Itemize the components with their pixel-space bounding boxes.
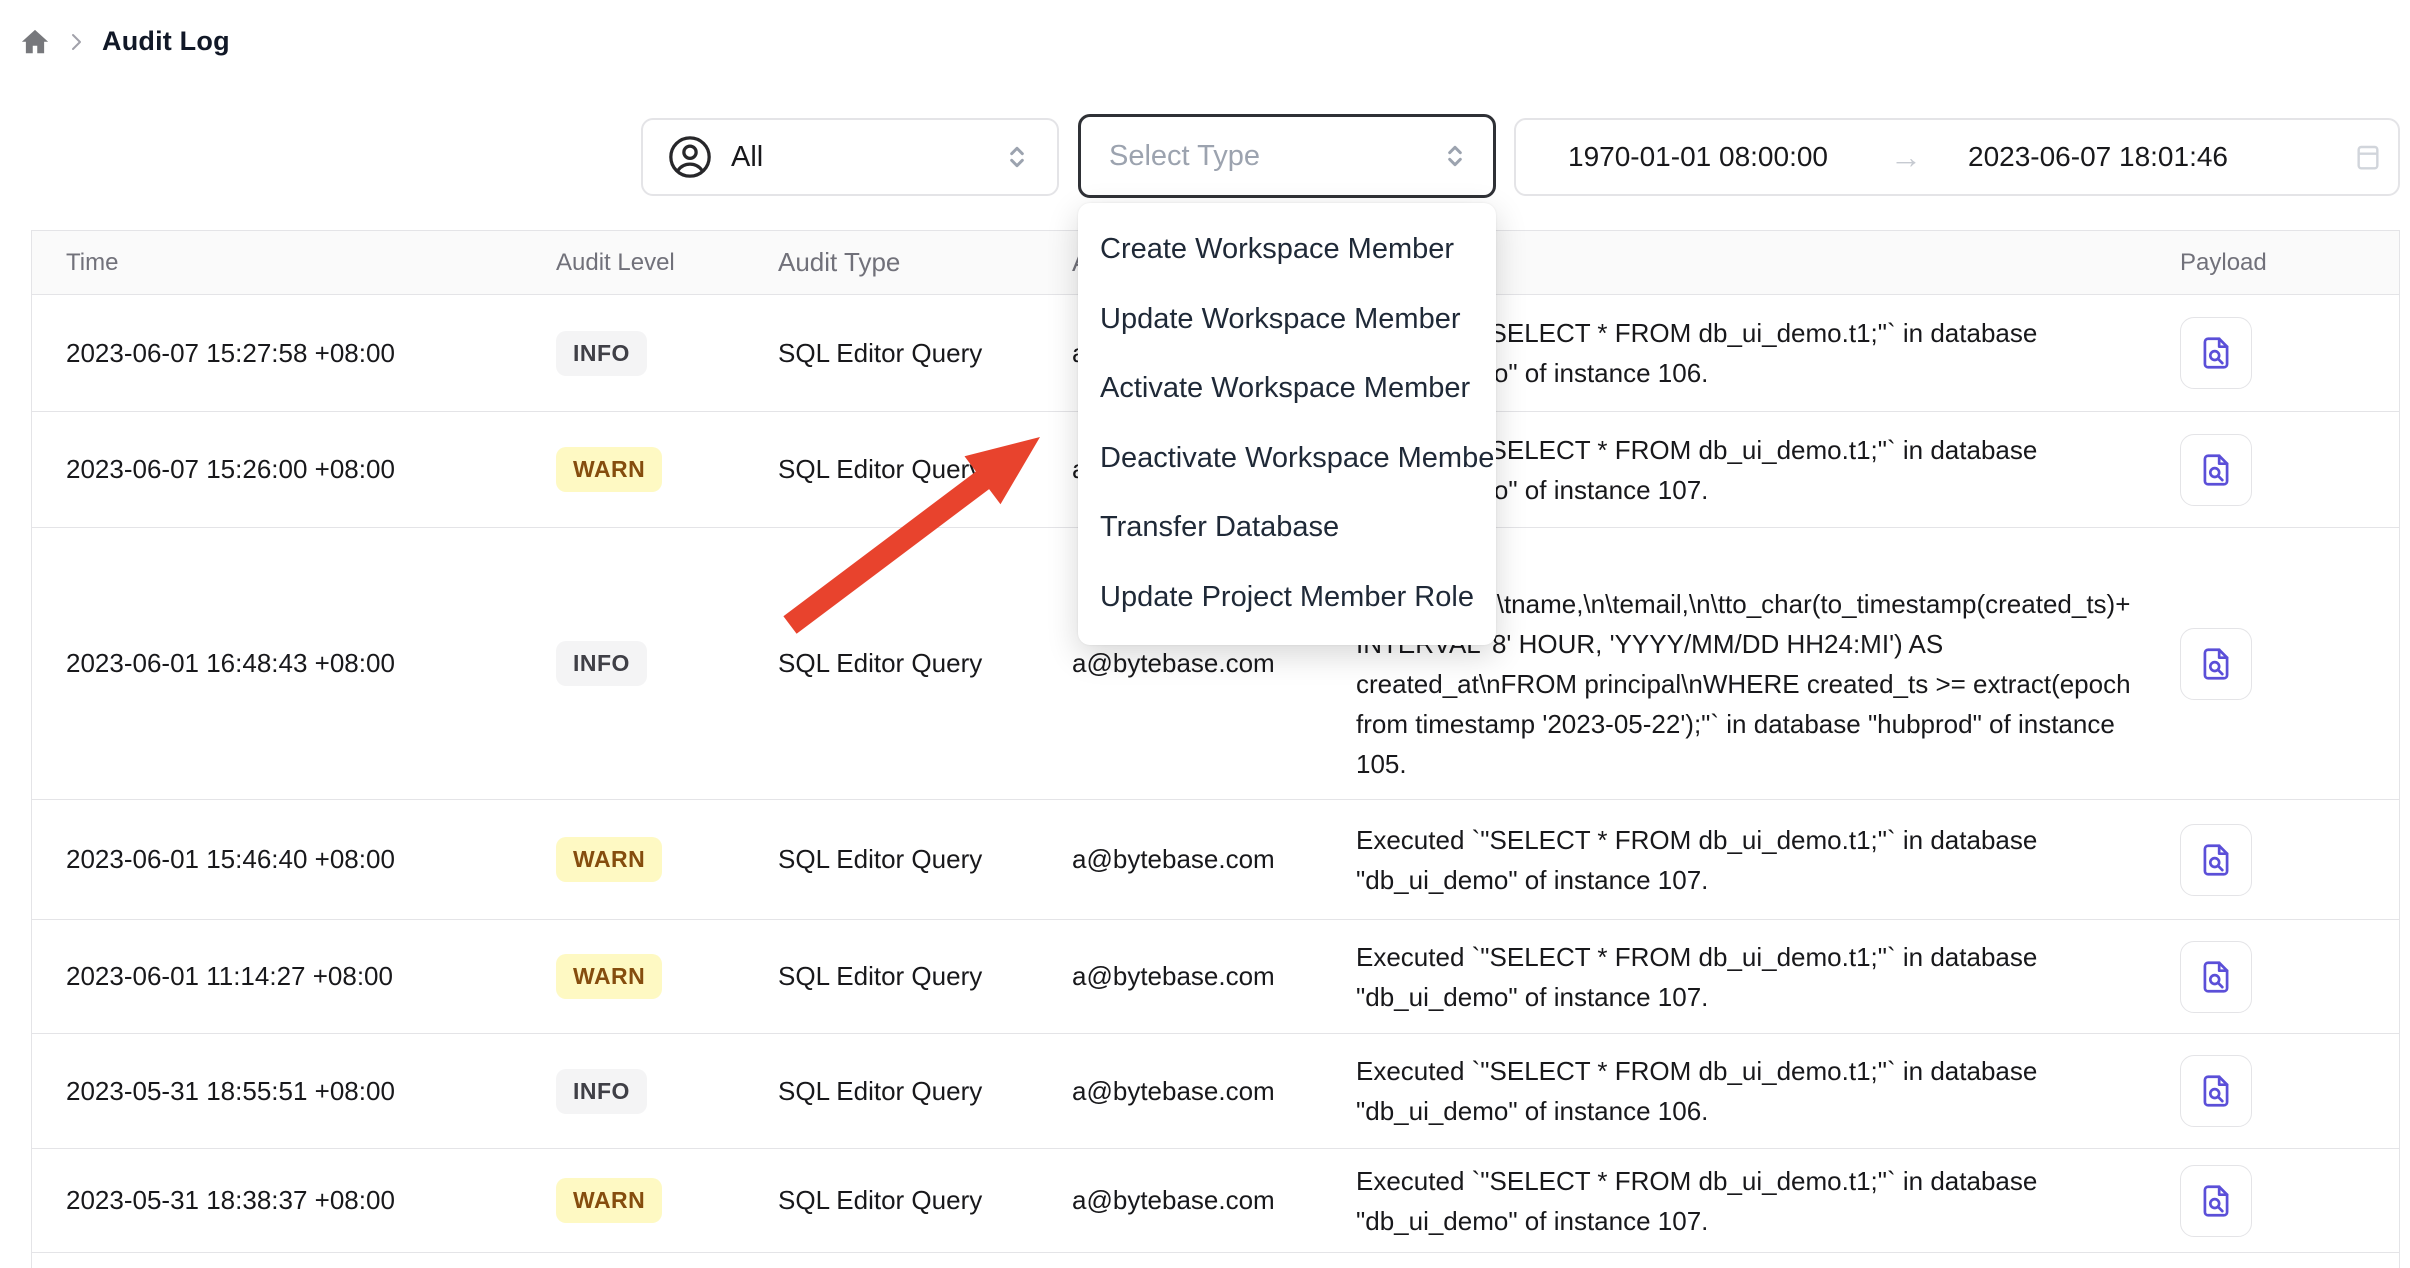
type-filter-select[interactable]: Select Type xyxy=(1078,114,1496,198)
page-title: Audit Log xyxy=(102,26,230,57)
audit-level-badge: INFO xyxy=(556,1069,647,1114)
payload-cell xyxy=(2160,528,2399,799)
time-cell: 2023-06-01 15:46:40 +08:00 xyxy=(32,800,556,919)
table-row xyxy=(32,1253,2399,1268)
comment-cell: Executed `"SELECT * FROM db_ui_demo.t1;"… xyxy=(1356,800,2160,919)
comment-cell: Executed `"SELECT * FROM db_ui_demo.t1;"… xyxy=(1356,1149,2160,1252)
audit-type-cell: SQL Editor Query xyxy=(778,1034,1072,1148)
actor-cell: a@bytebase.com xyxy=(1072,800,1356,919)
breadcrumb: Audit Log xyxy=(20,26,230,57)
audit-level-badge: INFO xyxy=(556,331,647,376)
level-cell xyxy=(556,1253,778,1268)
actor-filter-value: All xyxy=(731,141,763,174)
calendar-icon[interactable] xyxy=(2352,141,2384,173)
level-cell: WARN xyxy=(556,800,778,919)
audit-level-badge: WARN xyxy=(556,447,662,492)
time-cell: 2023-06-01 16:48:43 +08:00 xyxy=(32,528,556,799)
actor-cell: a@bytebase.com xyxy=(1072,920,1356,1033)
table-row: 2023-05-31 18:38:37 +08:00 WARN SQL Edit… xyxy=(32,1149,2399,1253)
comment-cell xyxy=(1356,1253,2160,1268)
level-cell: INFO xyxy=(556,528,778,799)
table-row: 2023-05-31 18:55:51 +08:00 INFO SQL Edit… xyxy=(32,1034,2399,1149)
file-search-icon xyxy=(2197,958,2235,996)
date-range-picker[interactable]: 1970-01-01 08:00:00 → 2023-06-07 18:01:4… xyxy=(1514,118,2400,196)
date-range-start[interactable]: 1970-01-01 08:00:00 xyxy=(1568,141,1828,173)
time-cell: 2023-05-31 18:55:51 +08:00 xyxy=(32,1034,556,1148)
file-search-icon xyxy=(2197,645,2235,683)
date-range-end[interactable]: 2023-06-07 18:01:46 xyxy=(1968,141,2228,173)
audit-type-cell: SQL Editor Query xyxy=(778,295,1072,411)
time-cell: 2023-06-07 15:26:00 +08:00 xyxy=(32,412,556,527)
payload-cell xyxy=(2160,1253,2399,1268)
payload-button[interactable] xyxy=(2180,1055,2252,1127)
file-search-icon xyxy=(2197,334,2235,372)
type-option[interactable]: Update Project Member Role xyxy=(1078,563,1496,633)
arrow-right-icon: → xyxy=(1828,139,1968,176)
payload-button[interactable] xyxy=(2180,317,2252,389)
actor-cell: a@bytebase.com xyxy=(1072,1149,1356,1252)
file-search-icon xyxy=(2197,1182,2235,1220)
type-option[interactable]: Transfer Database xyxy=(1078,493,1496,563)
type-filter-placeholder: Select Type xyxy=(1109,140,1260,173)
payload-cell xyxy=(2160,1034,2399,1148)
comment-text: Executed `"SELECT * FROM db_ui_demo.t1;"… xyxy=(1356,937,2136,1017)
time-cell: 2023-06-01 11:14:27 +08:00 xyxy=(32,920,556,1033)
audit-type-cell: SQL Editor Query xyxy=(778,920,1072,1033)
file-search-icon xyxy=(2197,451,2235,489)
actor-cell: a@bytebase.com xyxy=(1072,1034,1356,1148)
audit-level-badge: WARN xyxy=(556,837,662,882)
comment-text: Executed `"SELECT * FROM db_ui_demo.t1;"… xyxy=(1356,1161,2136,1241)
time-cell: 2023-05-31 18:38:37 +08:00 xyxy=(32,1149,556,1252)
actor-cell xyxy=(1072,1253,1356,1268)
user-circle-icon xyxy=(667,134,713,180)
actor-filter-select[interactable]: All xyxy=(641,118,1059,196)
payload-cell xyxy=(2160,295,2399,411)
table-row: 2023-06-01 15:46:40 +08:00 WARN SQL Edit… xyxy=(32,800,2399,920)
table-row: 2023-06-01 11:14:27 +08:00 WARN SQL Edit… xyxy=(32,920,2399,1034)
type-option[interactable]: Activate Workspace Member xyxy=(1078,354,1496,424)
audit-type-cell: SQL Editor Query xyxy=(778,412,1072,527)
audit-level-badge: WARN xyxy=(556,1178,662,1223)
audit-level-badge: INFO xyxy=(556,641,647,686)
audit-type-cell: SQL Editor Query xyxy=(778,800,1072,919)
type-dropdown-menu: Create Workspace MemberUpdate Workspace … xyxy=(1078,203,1496,645)
file-search-icon xyxy=(2197,1072,2235,1110)
payload-button[interactable] xyxy=(2180,628,2252,700)
file-search-icon xyxy=(2197,841,2235,879)
level-cell: WARN xyxy=(556,1149,778,1252)
column-header-time: Time xyxy=(32,231,556,294)
chevron-right-icon xyxy=(64,30,88,54)
level-cell: WARN xyxy=(556,412,778,527)
payload-button[interactable] xyxy=(2180,1165,2252,1237)
comment-cell: Executed `"SELECT * FROM db_ui_demo.t1;"… xyxy=(1356,920,2160,1033)
level-cell: INFO xyxy=(556,295,778,411)
payload-button[interactable] xyxy=(2180,434,2252,506)
comment-text: Executed `"SELECT * FROM db_ui_demo.t1;"… xyxy=(1356,820,2136,900)
level-cell: WARN xyxy=(556,920,778,1033)
chevron-up-down-icon xyxy=(1439,140,1471,172)
type-option[interactable]: Update Workspace Member xyxy=(1078,285,1496,355)
time-cell: 2023-06-07 15:27:58 +08:00 xyxy=(32,295,556,411)
payload-button[interactable] xyxy=(2180,824,2252,896)
column-header-type: Audit Type xyxy=(778,231,1072,294)
comment-text: Executed `"SELECT * FROM db_ui_demo.t1;"… xyxy=(1356,1051,2136,1131)
column-header-level: Audit Level xyxy=(556,231,778,294)
audit-type-cell: SQL Editor Query xyxy=(778,528,1072,799)
audit-type-cell xyxy=(778,1253,1072,1268)
type-option[interactable]: Deactivate Workspace Member xyxy=(1078,424,1496,494)
time-cell xyxy=(32,1253,556,1268)
home-icon[interactable] xyxy=(20,27,50,57)
payload-cell xyxy=(2160,412,2399,527)
payload-cell xyxy=(2160,800,2399,919)
audit-type-cell: SQL Editor Query xyxy=(778,1149,1072,1252)
column-header-payload: Payload xyxy=(2160,231,2399,294)
comment-cell: Executed `"SELECT * FROM db_ui_demo.t1;"… xyxy=(1356,1034,2160,1148)
payload-cell xyxy=(2160,920,2399,1033)
level-cell: INFO xyxy=(556,1034,778,1148)
type-option[interactable]: Create Workspace Member xyxy=(1078,215,1496,285)
audit-level-badge: WARN xyxy=(556,954,662,999)
payload-cell xyxy=(2160,1149,2399,1252)
payload-button[interactable] xyxy=(2180,941,2252,1013)
chevron-up-down-icon xyxy=(1001,141,1033,173)
